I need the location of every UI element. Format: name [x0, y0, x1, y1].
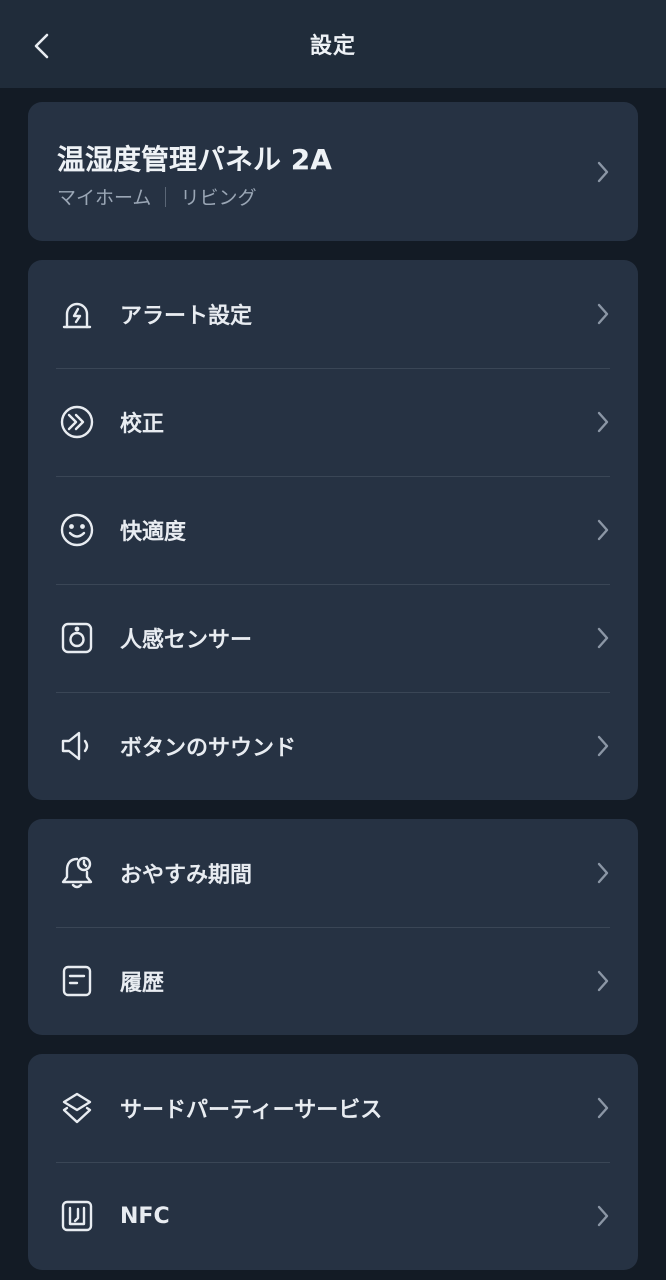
device-home: マイホーム: [57, 187, 152, 209]
chevron-right-icon: [594, 735, 612, 757]
chevron-right-icon: [594, 1205, 612, 1227]
menu-item-label: 履歴: [120, 971, 165, 996]
menu-item-calibration[interactable]: 校正: [28, 368, 638, 476]
menu-item-label: 快適度: [120, 520, 187, 545]
header-bar: 設定: [0, 0, 666, 88]
device-location: マイホーム リビング: [57, 183, 256, 210]
motion-sensor-icon: [57, 618, 97, 658]
chevron-right-icon: [594, 862, 612, 884]
menu-item-label: 校正: [120, 412, 165, 437]
smile-icon: [57, 510, 97, 550]
menu-item-nfc[interactable]: NFC: [28, 1162, 638, 1270]
chevron-right-icon: [594, 411, 612, 433]
chevron-right-icon: [594, 303, 612, 325]
menu-item-sleep-period[interactable]: おやすみ期間: [28, 819, 638, 927]
alarm-icon: [57, 294, 97, 334]
menu-item-label: おやすみ期間: [120, 863, 253, 888]
device-name: 温湿度管理パネル 2A: [57, 143, 332, 176]
chevron-right-icon: [594, 160, 612, 184]
settings-group-2: おやすみ期間 履歴: [28, 819, 638, 1035]
settings-content: 温湿度管理パネル 2A マイホーム リビング アラート設定 校正 快適度 人感セ…: [0, 88, 666, 1270]
menu-item-comfort[interactable]: 快適度: [28, 476, 638, 584]
device-card[interactable]: 温湿度管理パネル 2A マイホーム リビング: [28, 102, 638, 241]
menu-item-label: NFC: [120, 1203, 170, 1229]
layers-icon: [57, 1088, 97, 1128]
settings-group-3: サードパーティーサービス NFC: [28, 1054, 638, 1270]
menu-item-label: 人感センサー: [120, 628, 253, 653]
chevron-right-icon: [594, 970, 612, 992]
settings-group-1: アラート設定 校正 快適度 人感センサー ボタンのサウンド: [28, 260, 638, 800]
device-room: リビング: [180, 187, 257, 209]
menu-item-button-sound[interactable]: ボタンのサウンド: [28, 692, 638, 800]
history-icon: [57, 961, 97, 1001]
page-title: 設定: [309, 34, 356, 59]
menu-item-alert-settings[interactable]: アラート設定: [28, 260, 638, 368]
bell-clock-icon: [57, 853, 97, 893]
menu-item-third-party-services[interactable]: サードパーティーサービス: [28, 1054, 638, 1162]
menu-item-label: ボタンのサウンド: [120, 736, 297, 761]
menu-item-label: サードパーティーサービス: [120, 1098, 383, 1123]
chevron-right-icon: [594, 627, 612, 649]
nfc-icon: [57, 1196, 97, 1236]
speaker-icon: [57, 726, 97, 766]
calibration-icon: [57, 402, 97, 442]
chevron-right-icon: [594, 1097, 612, 1119]
chevron-right-icon: [594, 519, 612, 541]
menu-item-label: アラート設定: [120, 304, 253, 329]
menu-item-motion-sensor[interactable]: 人感センサー: [28, 584, 638, 692]
menu-item-history[interactable]: 履歴: [28, 927, 638, 1035]
location-separator: [165, 186, 167, 207]
